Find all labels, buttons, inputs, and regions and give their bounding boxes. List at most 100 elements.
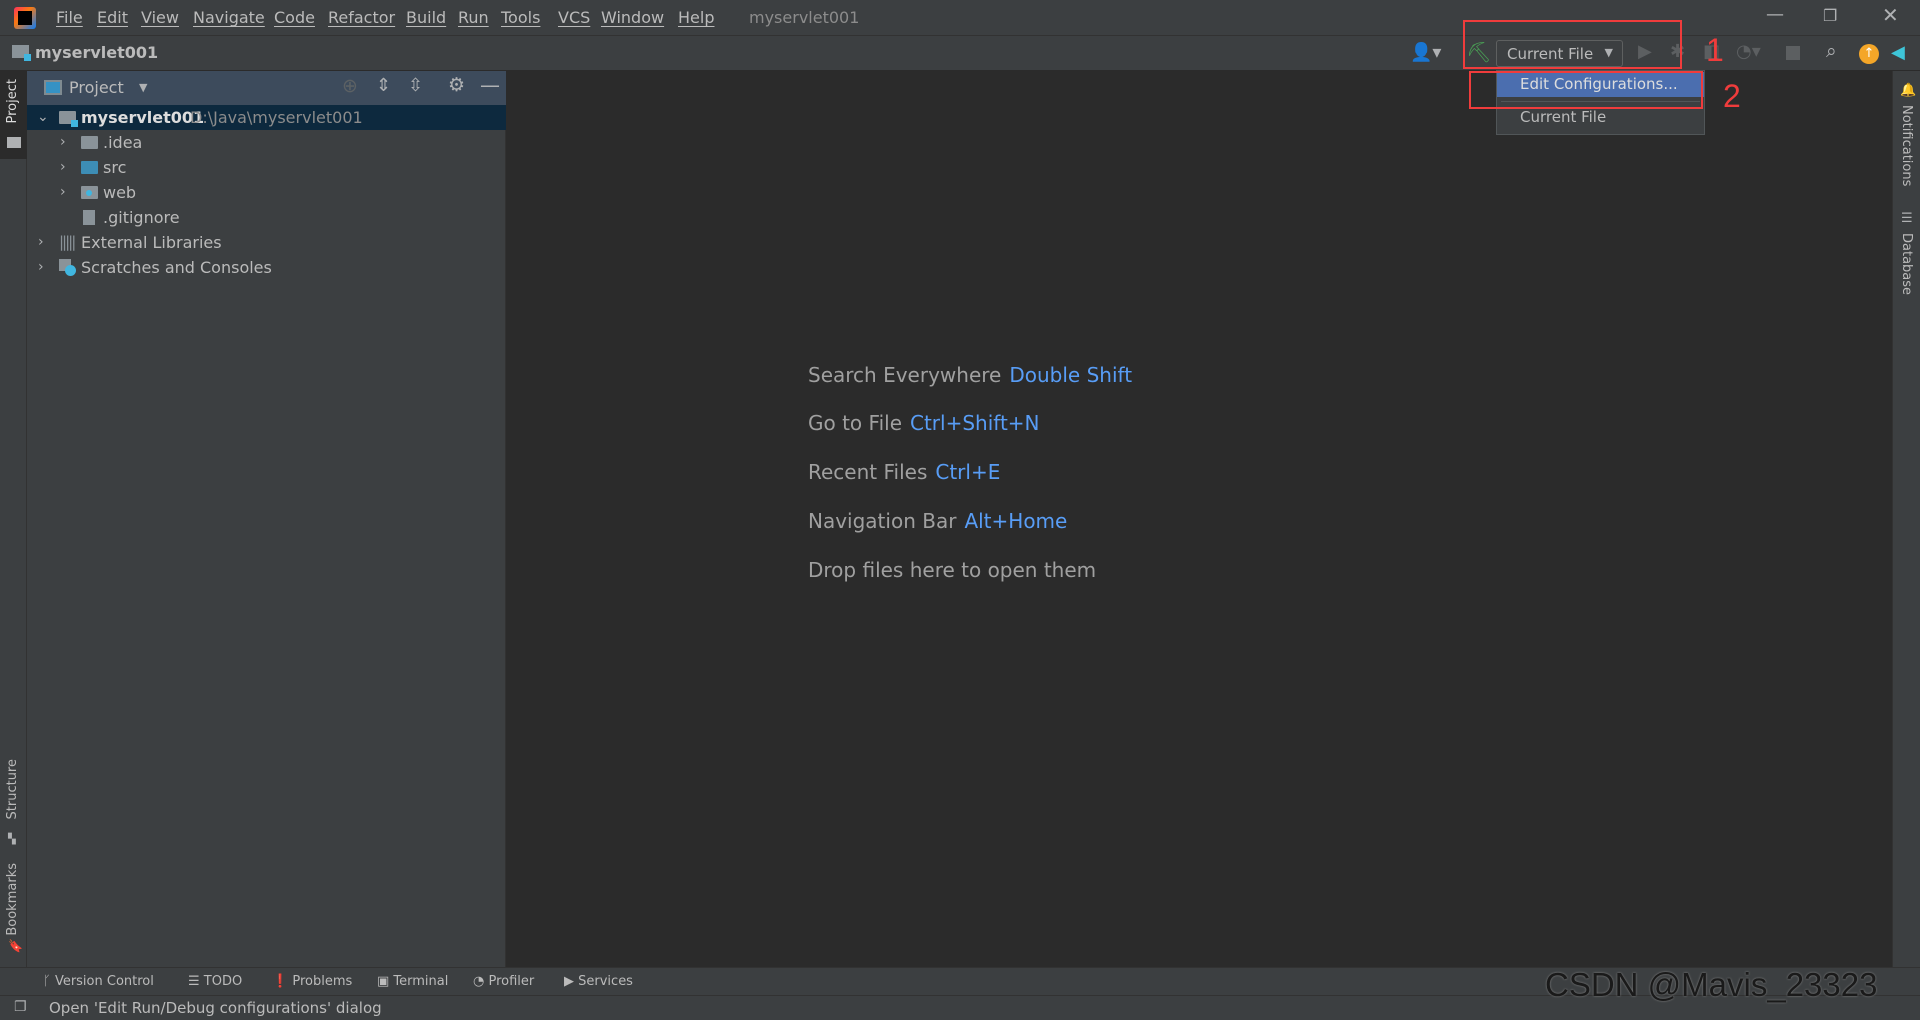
project-tool-tab[interactable]: Project bbox=[0, 71, 27, 159]
item-label: .gitignore bbox=[103, 208, 180, 227]
menu-build[interactable]: Build bbox=[406, 8, 446, 27]
chevron-down-icon[interactable]: ▼ bbox=[139, 81, 147, 94]
menu-vcs[interactable]: VCS bbox=[558, 8, 590, 27]
folder-icon bbox=[7, 137, 21, 148]
hint-drop-files: Drop files here to open them bbox=[808, 558, 1097, 582]
annotation-label-2: 2 bbox=[1723, 78, 1741, 114]
database-tab-label: Database bbox=[1899, 233, 1914, 296]
chevron-right-icon[interactable]: › bbox=[60, 130, 66, 155]
project-tab-label: Project bbox=[5, 79, 20, 124]
expand-all-icon[interactable]: ⇕ bbox=[376, 75, 391, 96]
project-panel-header: Project ▼ ⊕ ⇕ ⇳ ⚙ — bbox=[27, 71, 506, 105]
shortcut: Ctrl+E bbox=[935, 460, 1001, 484]
menu-navigate[interactable]: Navigate bbox=[193, 8, 265, 27]
watermark: CSDN @Mavis_23323 bbox=[1545, 966, 1878, 1003]
tool-services[interactable]: ▶ Services bbox=[564, 974, 633, 989]
hint-navigation-bar: Navigation Bar Alt+Home bbox=[808, 509, 1068, 533]
menu-code[interactable]: Code bbox=[274, 8, 315, 27]
tool-problems[interactable]: ❗ Problems bbox=[272, 974, 352, 989]
item-label: External Libraries bbox=[81, 233, 222, 252]
annotation-box-2 bbox=[1469, 71, 1703, 109]
menu-help[interactable]: Help bbox=[678, 8, 714, 27]
update-icon[interactable]: ↑ bbox=[1859, 44, 1879, 64]
chevron-right-icon[interactable]: › bbox=[60, 180, 66, 205]
chevron-right-icon[interactable]: › bbox=[38, 255, 44, 280]
item-label: web bbox=[103, 183, 137, 202]
database-tool-tab[interactable]: ☰ Database bbox=[1893, 211, 1920, 301]
shortcut: Alt+Home bbox=[964, 509, 1068, 533]
hint-search-everywhere: Search Everywhere Double Shift bbox=[808, 363, 1133, 387]
shortcut: Ctrl+Shift+N bbox=[910, 411, 1040, 435]
search-icon[interactable]: ⌕ bbox=[1826, 40, 1837, 62]
tool-todo[interactable]: ☰ TODO bbox=[188, 974, 242, 989]
module-folder-icon bbox=[59, 111, 78, 127]
collapse-all-icon[interactable]: ⇳ bbox=[408, 75, 423, 96]
close-icon[interactable]: ✕ bbox=[1882, 3, 1899, 27]
tool-terminal[interactable]: ▣ Terminal bbox=[377, 974, 448, 989]
gear-icon[interactable]: ⚙ bbox=[448, 74, 465, 96]
structure-tab-label: Structure bbox=[5, 759, 20, 820]
menu-run[interactable]: Run bbox=[458, 8, 489, 27]
code-with-me-icon[interactable]: ◀ bbox=[1891, 42, 1905, 63]
root-name: myservlet001 bbox=[81, 108, 205, 127]
ignore-file-icon bbox=[83, 210, 95, 225]
tree-item-external-libraries[interactable]: › ||||| External Libraries bbox=[27, 230, 506, 255]
database-icon: ☰ bbox=[1901, 211, 1913, 226]
tree-item-idea[interactable]: › .idea bbox=[27, 130, 506, 155]
menu-view[interactable]: View bbox=[141, 8, 179, 27]
shortcut: Double Shift bbox=[1009, 363, 1133, 387]
hide-panel-icon[interactable]: — bbox=[480, 73, 500, 97]
restore-icon[interactable]: ❐ bbox=[1823, 6, 1837, 25]
user-icon[interactable]: 👤▾ bbox=[1410, 42, 1441, 63]
structure-icon: ▚ bbox=[8, 834, 16, 845]
profile-icon[interactable]: ◔▾ bbox=[1736, 41, 1761, 62]
tree-item-root[interactable]: ⌄ myservlet001 D:\Java\myservlet001 bbox=[27, 105, 506, 130]
project-folder-icon bbox=[12, 45, 31, 61]
annotation-box-1 bbox=[1463, 20, 1682, 69]
source-folder-icon bbox=[81, 161, 98, 174]
item-label: .idea bbox=[103, 133, 143, 152]
notifications-tool-tab[interactable]: 🔔 Notifications bbox=[1893, 83, 1920, 193]
editor-empty-area[interactable]: Search Everywhere Double Shift Go to File… bbox=[507, 71, 1892, 967]
tool-version-control[interactable]: ᚴ Version Control bbox=[43, 974, 154, 989]
stop-icon[interactable] bbox=[1786, 46, 1800, 60]
locate-icon[interactable]: ⊕ bbox=[342, 75, 358, 97]
web-folder-icon bbox=[81, 186, 98, 199]
status-toggle-icon[interactable]: ❐ bbox=[14, 999, 27, 1015]
menu-file[interactable]: File bbox=[56, 8, 83, 27]
tree-item-gitignore[interactable]: .gitignore bbox=[27, 205, 506, 230]
menu-refactor[interactable]: Refactor bbox=[328, 8, 395, 27]
tree-item-web[interactable]: › web bbox=[27, 180, 506, 205]
navbar-project-name[interactable]: myservlet001 bbox=[35, 43, 158, 62]
item-label: Scratches and Consoles bbox=[81, 258, 272, 277]
minimize-icon[interactable]: — bbox=[1766, 4, 1784, 25]
chevron-right-icon[interactable]: › bbox=[60, 155, 66, 180]
structure-tool-tab[interactable]: Structure ▚ bbox=[0, 751, 27, 851]
hint-recent-files: Recent Files Ctrl+E bbox=[808, 460, 1001, 484]
item-label: src bbox=[103, 158, 127, 177]
menu-edit[interactable]: Edit bbox=[97, 8, 128, 27]
chevron-right-icon[interactable]: › bbox=[38, 230, 44, 255]
bookmark-icon: 🔖 bbox=[8, 939, 23, 953]
root-path: D:\Java\myservlet001 bbox=[190, 108, 363, 127]
window-title: myservlet001 bbox=[749, 8, 860, 27]
hint-go-to-file: Go to File Ctrl+Shift+N bbox=[808, 411, 1040, 435]
chevron-down-icon[interactable]: ⌄ bbox=[37, 105, 49, 130]
tool-profiler[interactable]: ◔ Profiler bbox=[473, 974, 534, 989]
scratches-icon bbox=[59, 259, 76, 276]
annotation-label-1: 1 bbox=[1706, 32, 1724, 68]
folder-icon bbox=[81, 136, 98, 149]
tree-item-scratches[interactable]: › Scratches and Consoles bbox=[27, 255, 506, 280]
menu-tools[interactable]: Tools bbox=[501, 8, 540, 27]
menu-window[interactable]: Window bbox=[601, 8, 664, 27]
project-view-selector[interactable]: Project bbox=[69, 78, 124, 97]
bell-icon: 🔔 bbox=[1900, 83, 1917, 98]
left-tool-strip: Project Structure ▚ Bookmarks 🔖 bbox=[0, 71, 27, 967]
tree-item-src[interactable]: › src bbox=[27, 155, 506, 180]
project-panel: Project ▼ ⊕ ⇕ ⇳ ⚙ — ⌄ myservlet001 D:\Ja… bbox=[27, 71, 506, 967]
bookmarks-tool-tab[interactable]: Bookmarks 🔖 bbox=[0, 861, 27, 961]
project-view-icon bbox=[44, 80, 62, 95]
library-icon: ||||| bbox=[59, 233, 76, 251]
bookmarks-tab-label: Bookmarks bbox=[5, 863, 20, 936]
intellij-logo-icon bbox=[14, 7, 36, 29]
